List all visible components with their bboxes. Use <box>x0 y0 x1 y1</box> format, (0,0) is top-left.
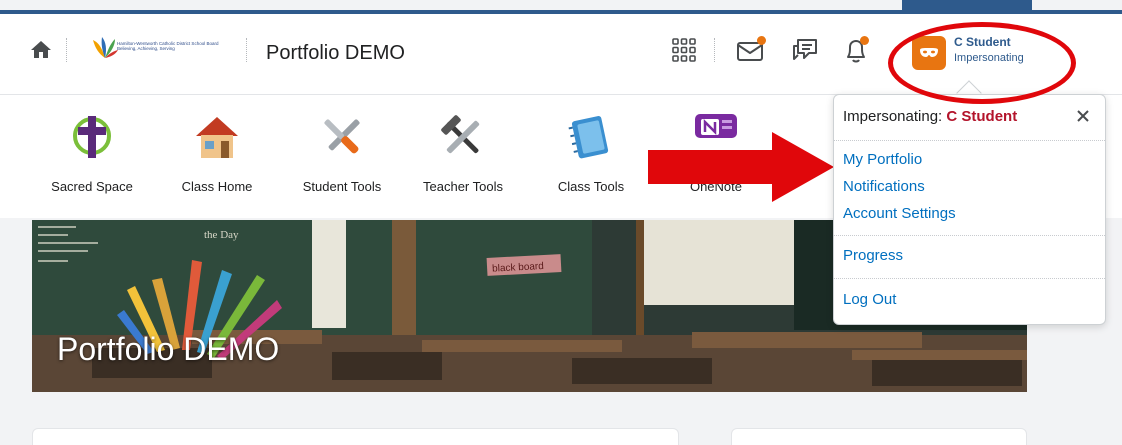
content-card <box>32 428 679 445</box>
nav-label: Class Tools <box>557 179 625 194</box>
menu-header: Impersonating: C Student <box>843 108 1018 125</box>
menu-divider <box>834 140 1105 141</box>
banner-title: Portfolio DEMO <box>57 331 280 367</box>
close-icon[interactable] <box>1074 107 1092 125</box>
annotation-ellipse <box>888 22 1076 104</box>
nav-item-sacred-space[interactable]: Sacred Space <box>37 112 147 202</box>
bell-notification-dot <box>860 36 869 45</box>
notebook-icon <box>568 116 609 159</box>
menu-item-my-portfolio[interactable]: My Portfolio <box>843 151 922 168</box>
hammer-wrench-icon <box>441 115 480 154</box>
banner-chalk-text: the Day <box>204 229 239 241</box>
nav-label: Class Home <box>181 179 253 194</box>
annotation-arrow <box>648 132 834 202</box>
course-title[interactable]: Portfolio DEMO <box>266 42 405 65</box>
menu-item-log-out[interactable]: Log Out <box>843 291 896 308</box>
content-card <box>731 428 1027 445</box>
house-icon <box>196 117 238 158</box>
mail-notification-dot <box>757 36 766 45</box>
school-board-logo[interactable] <box>91 36 119 60</box>
menu-item-progress[interactable]: Progress <box>843 247 903 264</box>
nav-item-class-home[interactable]: Class Home <box>162 112 272 202</box>
header-separator <box>246 38 247 62</box>
cross-icon <box>73 116 111 158</box>
nav-item-teacher-tools[interactable]: Teacher Tools <box>408 112 518 202</box>
chat-icon[interactable] <box>789 34 821 66</box>
tools-icon <box>324 119 360 154</box>
waffle-grid-icon[interactable] <box>668 34 700 66</box>
menu-divider <box>834 235 1105 236</box>
nav-label: Student Tools <box>302 179 382 194</box>
home-icon[interactable] <box>30 39 52 59</box>
nav-label: Sacred Space <box>51 179 133 194</box>
nav-item-class-tools[interactable]: Class Tools <box>536 112 646 202</box>
menu-item-notifications[interactable]: Notifications <box>843 178 925 195</box>
header-separator <box>714 38 715 62</box>
nav-item-student-tools[interactable]: Student Tools <box>287 112 397 202</box>
logo-text: Hamilton-Wentworth Catholic District Sch… <box>117 41 219 51</box>
header-separator <box>66 38 67 62</box>
nav-label: Teacher Tools <box>423 179 503 194</box>
menu-item-account-settings[interactable]: Account Settings <box>843 205 956 222</box>
menu-divider <box>834 278 1105 279</box>
